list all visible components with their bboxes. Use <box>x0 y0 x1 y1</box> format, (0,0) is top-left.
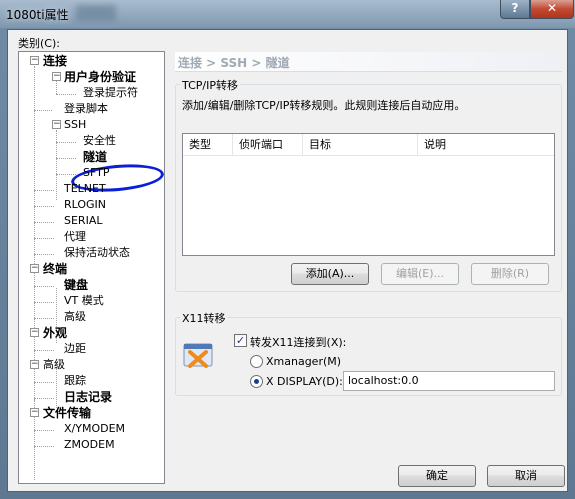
tree-line <box>34 286 54 287</box>
dialog-client: 类别(C): − 连接 − 用户身份验证 登录提示符 登录脚本 − SSH 安全… <box>7 29 568 492</box>
xmanager-icon <box>183 343 213 368</box>
tree-item-terminal-advanced[interactable]: 高级 <box>64 310 86 325</box>
ok-button[interactable]: 确定 <box>398 465 476 487</box>
tree-line <box>34 302 54 303</box>
tree-line <box>34 206 54 207</box>
tree-line <box>34 446 54 447</box>
window-title: 1080ti属性 <box>6 8 69 22</box>
help-button[interactable]: ? <box>500 0 530 19</box>
title-bar[interactable]: 1080ti属性 ? ✕ <box>0 0 575 28</box>
tree-item-tunneling[interactable]: 隧道 <box>83 150 107 165</box>
tree-line <box>34 190 54 191</box>
tree-item-xymodem[interactable]: X/YMODEM <box>64 422 125 437</box>
tree-line <box>34 430 54 431</box>
collapse-icon[interactable]: − <box>30 56 39 65</box>
tree-item-zmodem[interactable]: ZMODEM <box>64 438 115 453</box>
collapse-icon[interactable]: − <box>30 360 39 369</box>
tree-item-security[interactable]: 安全性 <box>83 134 116 149</box>
category-tree[interactable]: − 连接 − 用户身份验证 登录提示符 登录脚本 − SSH 安全性 隧道 SF… <box>18 51 165 484</box>
forward-x11-checkbox[interactable]: ✓ <box>234 334 247 347</box>
tree-line <box>34 222 54 223</box>
properties-dialog: 1080ti属性 ? ✕ 类别(C): − 连接 − 用户身份验证 登录提示符 … <box>0 0 575 499</box>
tree-item-keyboard[interactable]: 键盘 <box>64 278 88 293</box>
tcpip-group-title: TCP/IP转移 <box>180 77 240 93</box>
tree-item-file-transfer[interactable]: 文件传输 <box>43 406 91 421</box>
tree-item-appearance[interactable]: 外观 <box>43 326 67 341</box>
tree-item-telnet[interactable]: TELNET <box>64 182 106 197</box>
collapse-icon[interactable]: − <box>30 328 39 337</box>
collapse-icon[interactable]: − <box>52 72 61 81</box>
tree-line <box>56 174 76 175</box>
delete-button[interactable]: 删除(R) <box>471 263 549 285</box>
collapse-icon[interactable]: − <box>30 264 39 273</box>
tree-line <box>34 318 54 319</box>
tree-item-proxy[interactable]: 代理 <box>64 230 86 245</box>
xmanager-label: Xmanager(M) <box>266 355 342 368</box>
tree-item-serial[interactable]: SERIAL <box>64 214 102 229</box>
tree-item-vt-mode[interactable]: VT 模式 <box>64 294 104 309</box>
add-button[interactable]: 添加(A)... <box>291 263 369 285</box>
tree-item-trace[interactable]: 跟踪 <box>64 374 86 389</box>
tree-line <box>56 130 57 200</box>
tree-item-login-script[interactable]: 登录脚本 <box>64 102 108 117</box>
tree-line <box>34 254 54 255</box>
forward-x11-label: 转发X11连接到(X): <box>250 336 347 349</box>
tree-line <box>56 368 57 408</box>
column-header-description[interactable]: 说明 <box>418 134 554 156</box>
xdisplay-input[interactable]: localhost:0.0 <box>343 371 555 391</box>
tree-item-login-prompt[interactable]: 登录提示符 <box>83 86 138 101</box>
tree-item-terminal[interactable]: 终端 <box>43 262 67 277</box>
tree-line <box>34 350 54 351</box>
tree-item-margins[interactable]: 边距 <box>64 342 86 357</box>
tree-line <box>34 110 52 111</box>
xdisplay-radio[interactable] <box>250 375 263 388</box>
xdisplay-label: X DISPLAY(D): <box>266 375 343 388</box>
column-header-target[interactable]: 目标 <box>303 134 418 156</box>
column-header-listen-port[interactable]: 侦听端口 <box>233 134 303 156</box>
tree-line <box>56 142 76 143</box>
tcpip-description: 添加/编辑/删除TCP/IP转移规则。此规则连接后自动应用。 <box>182 99 466 112</box>
tree-item-authentication[interactable]: 用户身份验证 <box>64 70 136 85</box>
tree-line <box>56 94 76 95</box>
edit-button[interactable]: 编辑(E)... <box>381 263 459 285</box>
forwarding-rules-list[interactable]: 类型 侦听端口 目标 说明 <box>182 133 555 256</box>
cancel-button[interactable]: 取消 <box>487 465 565 487</box>
tree-item-connection[interactable]: 连接 <box>43 54 67 69</box>
tree-line <box>34 238 54 239</box>
tree-line <box>34 398 54 399</box>
tree-line <box>34 382 54 383</box>
tree-line <box>56 158 76 159</box>
title-blur-overlay <box>76 5 116 21</box>
xmanager-radio[interactable] <box>250 355 263 368</box>
tree-item-sftp[interactable]: SFTP <box>83 166 109 181</box>
x11-group-title: X11转移 <box>180 310 228 326</box>
collapse-icon[interactable]: − <box>52 120 61 129</box>
category-label: 类别(C): <box>18 37 60 50</box>
collapse-icon[interactable]: − <box>30 408 39 417</box>
tree-item-advanced[interactable]: 高级 <box>43 358 65 373</box>
close-button[interactable]: ✕ <box>530 0 574 19</box>
tree-item-ssh[interactable]: SSH <box>64 118 86 133</box>
tree-item-keepalive[interactable]: 保持活动状态 <box>64 246 130 261</box>
breadcrumb: 连接 > SSH > 隧道 <box>175 52 562 72</box>
tree-item-rlogin[interactable]: RLOGIN <box>64 198 106 213</box>
list-header: 类型 侦听端口 目标 说明 <box>183 134 554 156</box>
column-header-type[interactable]: 类型 <box>183 134 233 156</box>
tree-item-logging[interactable]: 日志记录 <box>64 390 112 405</box>
tree-line <box>56 80 57 94</box>
